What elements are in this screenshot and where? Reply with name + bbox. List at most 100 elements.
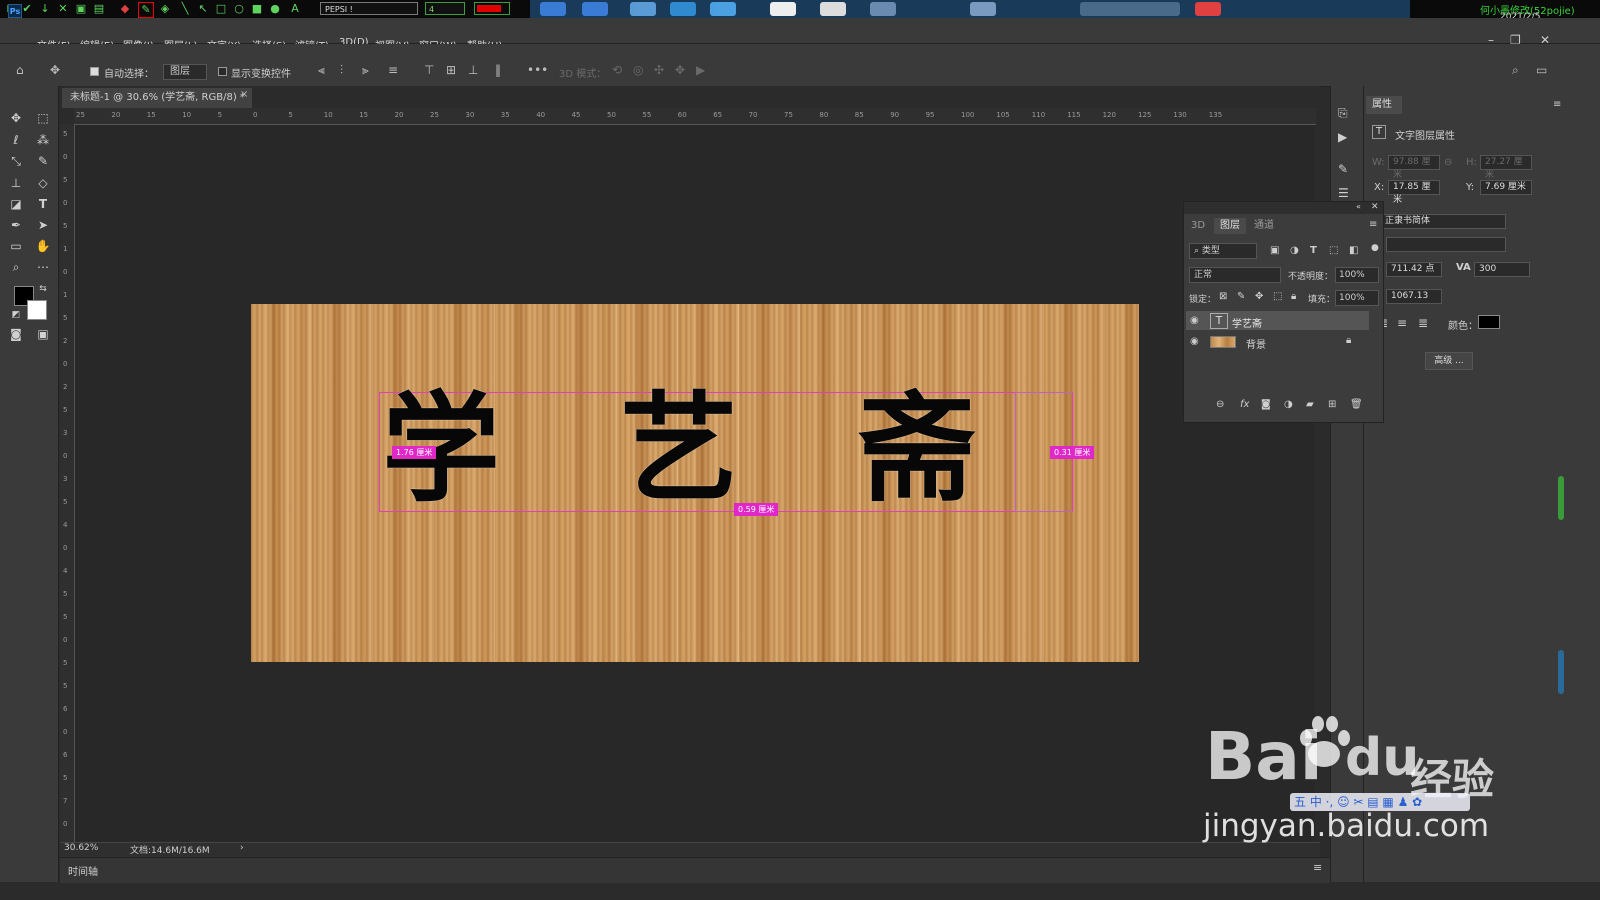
download-icon[interactable]: ↓ <box>38 2 52 16</box>
scrollbar-green[interactable] <box>1558 476 1564 520</box>
swap-colors-icon[interactable]: ⇆ <box>34 280 52 298</box>
type-tool-icon[interactable]: T <box>34 195 52 213</box>
save-icon[interactable]: ▣ <box>74 2 88 16</box>
fill-field[interactable]: 100% <box>1335 290 1379 306</box>
hand-icon[interactable]: ✋ <box>34 237 52 255</box>
h-field[interactable]: 27.27 厘米 <box>1480 155 1532 180</box>
visibility-eye-icon[interactable]: ◉ <box>1190 315 1199 326</box>
lock-artboard-icon[interactable]: ⬚ <box>1273 291 1282 302</box>
quick-mask-icon[interactable]: ◙ <box>7 325 25 343</box>
3d-orbit-icon[interactable]: ⟲ <box>612 63 622 77</box>
taskbar-app-photoshop[interactable] <box>1080 2 1180 16</box>
zoom-level[interactable]: 30.62% <box>64 843 98 853</box>
font-family-field[interactable]: 正隶书简体 <box>1380 214 1506 229</box>
font-select[interactable]: PEPSI ! <box>320 2 418 15</box>
filter-adjust-icon[interactable]: ◑ <box>1290 245 1299 256</box>
layer-mask-icon[interactable]: ◙ <box>1261 399 1271 410</box>
size-select[interactable]: 4 <box>425 2 465 15</box>
brush-settings-icon[interactable]: ✎ <box>1338 162 1348 176</box>
3d-pan-icon[interactable]: ✣ <box>654 63 664 77</box>
gradient-icon[interactable]: ◪ <box>7 195 25 213</box>
background-color[interactable] <box>27 300 47 320</box>
trash-icon[interactable]: 🗑︎ <box>1350 399 1363 410</box>
font-style-field[interactable] <box>1386 237 1506 252</box>
3d-roll-icon[interactable]: ◎ <box>633 63 643 77</box>
lock-pixels-icon[interactable]: ✎ <box>1237 291 1245 302</box>
align-bottom-icon[interactable]: ⊥ <box>468 63 478 77</box>
align-center-icon[interactable]: ⫶ <box>340 63 343 78</box>
taskbar-app-10[interactable] <box>1195 2 1221 16</box>
marquee-icon[interactable]: ⬚ <box>34 109 52 127</box>
close-icon[interactable]: ✕ <box>56 2 70 16</box>
auto-select-checkbox[interactable] <box>90 67 99 76</box>
lock-transparent-icon[interactable]: ⊠ <box>1219 291 1227 302</box>
group-folder-icon[interactable]: ▰ <box>1306 399 1314 410</box>
rectangle-icon[interactable]: □ <box>214 2 228 16</box>
tab-channels[interactable]: 通道 <box>1254 218 1274 234</box>
align-top-icon[interactable]: ⊤ <box>424 63 434 77</box>
blend-mode-dropdown[interactable]: 正常 <box>1189 267 1281 283</box>
stamp-icon[interactable]: ⊥ <box>7 174 25 192</box>
show-transform-checkbox[interactable] <box>218 67 227 76</box>
eraser-icon[interactable]: ◆ <box>118 2 132 16</box>
eraser-tool-icon[interactable]: ◇ <box>34 174 52 192</box>
history-icon[interactable]: ⎘ <box>1338 106 1348 121</box>
link-layers-icon[interactable]: ⊖ <box>1216 399 1224 410</box>
timeline-menu-icon[interactable]: ≡ <box>1313 861 1322 874</box>
taskbar-app-9[interactable] <box>970 2 996 16</box>
align-right-icon[interactable]: ⫸ <box>362 63 369 78</box>
lasso-icon[interactable]: ℓ <box>7 131 25 149</box>
y-field[interactable]: 7.69 厘米 <box>1480 180 1532 195</box>
home-icon[interactable]: ⌂ <box>16 63 24 77</box>
fill-icon[interactable]: ◈ <box>158 2 172 16</box>
layer-name-background[interactable]: 背景 <box>1246 336 1266 351</box>
magic-wand-icon[interactable]: ⁂ <box>34 131 52 149</box>
adjustments-icon[interactable]: ☰ <box>1338 186 1349 200</box>
pen-tool-icon[interactable]: ✒ <box>7 216 25 234</box>
align-center-text-icon[interactable]: ≡ <box>1397 316 1407 330</box>
status-arrow-icon[interactable]: › <box>240 843 244 853</box>
lock-position-icon[interactable]: ✥ <box>1255 291 1263 302</box>
layer-dropdown[interactable]: 图层 <box>163 64 207 80</box>
visibility-eye-icon[interactable]: ◉ <box>1190 336 1199 347</box>
close-panel-icon[interactable]: ✕ <box>1371 202 1379 212</box>
screen-mode-icon[interactable]: ▣ <box>34 325 52 343</box>
tab-close-icon[interactable]: × <box>240 89 248 100</box>
taskbar-app-6[interactable] <box>770 2 796 16</box>
arrow-icon[interactable]: ↖ <box>196 2 210 16</box>
actions-play-icon[interactable]: ▶ <box>1338 130 1347 144</box>
layers-panel-header[interactable] <box>1184 202 1383 214</box>
line-icon[interactable]: ╲ <box>178 2 192 16</box>
align-middle-icon[interactable]: ⊞ <box>446 63 456 77</box>
taskbar-app-1[interactable] <box>540 2 566 16</box>
text-tool-icon[interactable]: A <box>288 2 302 16</box>
collapse-panel-icon[interactable]: « <box>1356 202 1361 211</box>
color-swatch[interactable] <box>474 2 510 15</box>
zoom-icon[interactable]: ⌕ <box>7 258 25 276</box>
taskbar-app-5[interactable] <box>710 2 736 16</box>
more-tools-icon[interactable]: ⋯ <box>34 258 52 276</box>
advanced-button[interactable]: 高级 ... <box>1425 352 1473 370</box>
path-select-icon[interactable]: ➤ <box>34 216 52 234</box>
filter-dropdown[interactable]: ⌕ 类型 <box>1189 243 1257 259</box>
fx-icon[interactable]: fx <box>1240 399 1249 410</box>
adjustment-layer-icon[interactable]: ◑ <box>1284 399 1293 410</box>
tab-layers[interactable]: 图层 <box>1214 218 1246 234</box>
leading-field[interactable]: 1067.13 <box>1386 289 1442 304</box>
check-icon[interactable]: ✔ <box>20 2 34 16</box>
filled-rectangle-icon[interactable]: ■ <box>250 2 264 16</box>
taskbar-app-8[interactable] <box>870 2 896 16</box>
move-icon[interactable]: ✥ <box>7 109 25 127</box>
workspace-icon[interactable]: ▭ <box>1536 63 1547 77</box>
3d-scale-icon[interactable]: ▶ <box>696 63 705 77</box>
3d-slide-icon[interactable]: ✥ <box>675 63 685 77</box>
filter-toggle-icon[interactable]: ● <box>1371 243 1379 253</box>
new-layer-icon[interactable]: ⊞ <box>1328 399 1336 410</box>
eyedropper-icon[interactable]: ⤡ <box>7 152 25 170</box>
distribute-icon[interactable]: ≡ <box>388 63 398 77</box>
filled-ellipse-icon[interactable]: ● <box>268 2 282 16</box>
scrollbar-blue[interactable] <box>1558 650 1564 694</box>
filter-pixel-icon[interactable]: ▣ <box>1270 245 1279 256</box>
tab-3d[interactable]: 3D <box>1191 218 1205 234</box>
taskbar-app-3[interactable] <box>630 2 656 16</box>
